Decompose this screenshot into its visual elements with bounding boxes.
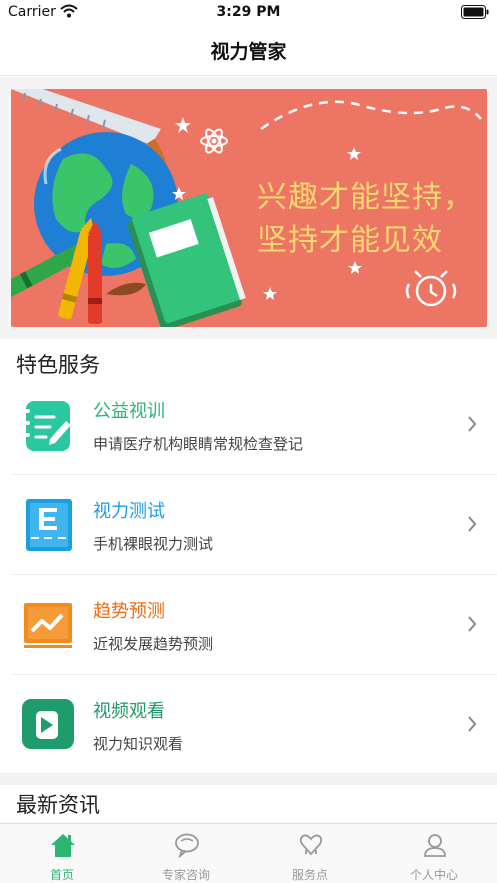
promo-banner[interactable]: 兴趣才能坚持， 坚持才能见效 — [11, 89, 487, 327]
tab-label: 专家咨询 — [161, 868, 210, 882]
banner-slogan-line1: 兴趣才能坚持， — [257, 180, 474, 215]
service-description: 手机裸眼视力测试 — [93, 535, 214, 553]
tab-bar: 首页 专家咨询 服务点 个人中心 — [0, 823, 497, 883]
chevron-right-icon — [468, 516, 477, 532]
service-item-vision-test[interactable]: 视力测试 手机裸眼视力测试 — [12, 475, 497, 575]
service-name: 视力测试 — [93, 501, 165, 522]
tab-home[interactable]: 首页 — [0, 824, 124, 883]
service-name: 公益视训 — [93, 401, 165, 422]
banner-area: 兴趣才能坚持， 坚持才能见效 — [0, 77, 497, 339]
banner-slogan-line2: 坚持才能见效 — [257, 223, 443, 258]
navigation-bar: 视力管家 — [0, 26, 497, 76]
service-item-video[interactable]: 视频观看 视力知识观看 — [12, 675, 497, 775]
service-name: 趋势预测 — [93, 601, 165, 622]
service-point-icon — [299, 834, 323, 856]
trend-chart-icon — [24, 603, 72, 648]
tab-label: 首页 — [49, 868, 74, 882]
service-description: 视力知识观看 — [93, 735, 184, 753]
service-list: 公益视训 申请医疗机构眼睛常规检查登记 视力测试 手机裸眼视力测试 趋势预测 近… — [0, 375, 497, 775]
service-item-trend-forecast[interactable]: 趋势预测 近视发展趋势预测 — [12, 575, 497, 675]
eye-chart-icon — [26, 499, 72, 551]
play-video-icon — [22, 699, 74, 749]
tab-service-point[interactable]: 服务点 — [248, 824, 372, 883]
section-divider — [0, 773, 497, 785]
user-icon — [424, 834, 446, 857]
tab-profile[interactable]: 个人中心 — [372, 824, 496, 883]
battery-icon — [461, 5, 489, 19]
service-name: 视频观看 — [93, 701, 165, 722]
tab-expert-consult[interactable]: 专家咨询 — [124, 824, 248, 883]
tab-label: 个人中心 — [409, 868, 458, 882]
service-item-public-training[interactable]: 公益视训 申请医疗机构眼睛常规检查登记 — [12, 375, 497, 475]
notebook-pen-icon — [22, 401, 71, 451]
chat-bubble-icon — [175, 833, 199, 858]
home-icon — [51, 834, 75, 857]
service-description: 近视发展趋势预测 — [93, 635, 214, 653]
tab-label: 服务点 — [291, 868, 328, 882]
latest-news-title: 最新资讯 — [16, 793, 100, 817]
chevron-right-icon — [468, 616, 477, 632]
chevron-right-icon — [468, 716, 477, 732]
service-description: 申请医疗机构眼睛常规检查登记 — [93, 435, 304, 453]
chevron-right-icon — [468, 416, 477, 432]
page-title: 视力管家 — [210, 41, 287, 63]
status-bar: Carrier 3:29 PM — [0, 0, 497, 26]
clock: 3:29 PM — [216, 4, 281, 20]
